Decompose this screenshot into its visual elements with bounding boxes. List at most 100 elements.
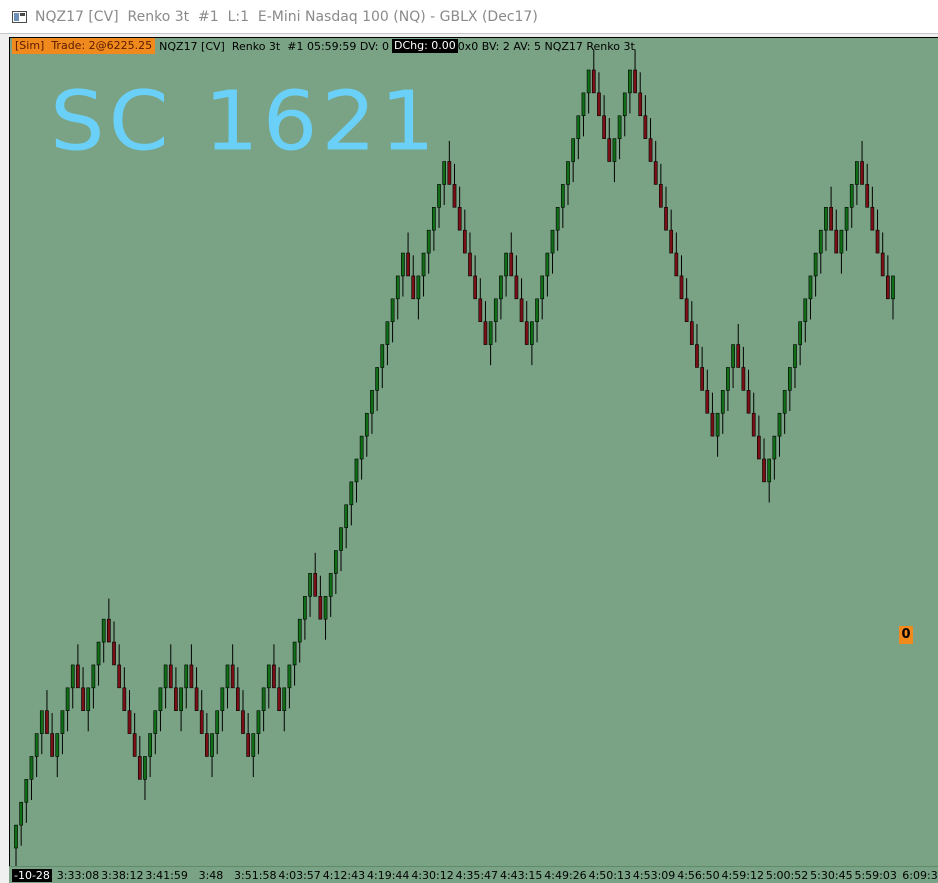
time-axis-label: 3:41:59 bbox=[145, 869, 188, 882]
symbol-info: NQZ17 [CV] Renko 3t #1 05:59:59 DV: 0 bbox=[159, 39, 389, 53]
renko-brick-down bbox=[199, 710, 204, 734]
renko-brick-up bbox=[292, 641, 297, 666]
renko-brick-down bbox=[117, 664, 122, 689]
time-axis-label: 4:59:12 bbox=[721, 869, 764, 882]
renko-brick-up bbox=[297, 618, 302, 643]
renko-brick-down bbox=[860, 161, 864, 185]
renko-brick-up bbox=[432, 206, 436, 231]
renko-brick-down bbox=[597, 92, 601, 117]
time-axis-label: 4:30:12 bbox=[411, 869, 454, 882]
renko-brick-up bbox=[225, 664, 230, 689]
renko-brick-up bbox=[416, 275, 421, 300]
renko-brick-up bbox=[359, 435, 364, 460]
renko-brick-down bbox=[689, 321, 694, 345]
renko-brick-up bbox=[349, 481, 354, 506]
time-axis-label: 5:30:45 bbox=[810, 869, 853, 882]
time-axis-label: 4:56:50 bbox=[677, 869, 720, 882]
renko-brick-up bbox=[261, 687, 266, 712]
renko-brick-up bbox=[55, 733, 60, 757]
renko-brick-up bbox=[488, 321, 493, 345]
renko-brick-up bbox=[70, 664, 75, 689]
renko-brick-up bbox=[282, 687, 287, 712]
renko-brick-down bbox=[205, 733, 209, 757]
renko-brick-down bbox=[168, 664, 173, 689]
renko-brick-up bbox=[782, 390, 787, 414]
renko-brick-up bbox=[14, 824, 18, 849]
renko-brick-down bbox=[746, 390, 751, 414]
renko-brick-down bbox=[509, 252, 514, 277]
renko-brick-down bbox=[462, 229, 467, 254]
renko-brick-up bbox=[179, 687, 183, 712]
renko-brick-up bbox=[344, 504, 349, 528]
renko-brick-up bbox=[586, 69, 591, 94]
renko-brick-down bbox=[81, 687, 85, 712]
renko-brick-up bbox=[101, 618, 106, 643]
renko-brick-up bbox=[550, 229, 555, 254]
renko-brick-up bbox=[308, 573, 312, 597]
renko-brick-down bbox=[174, 687, 178, 712]
sim-trade-label: [Sim] Trade: 2@6225.25 bbox=[12, 38, 156, 54]
renko-brick-down bbox=[122, 687, 127, 712]
renko-brick-down bbox=[45, 710, 49, 734]
renko-brick-up bbox=[251, 733, 256, 757]
renko-brick-down bbox=[107, 618, 111, 643]
renko-brick-up bbox=[163, 664, 168, 689]
renko-brick-up bbox=[813, 252, 818, 277]
renko-brick-down bbox=[478, 298, 483, 323]
renko-brick-up bbox=[158, 687, 163, 712]
renko-brick-down bbox=[602, 115, 606, 139]
renko-brick-down bbox=[483, 321, 488, 345]
time-axis-label: 4:12:43 bbox=[322, 869, 366, 882]
volume-stats: 0x0 BV: 2 AV: 5 NQZ17 Renko 3t bbox=[457, 39, 635, 53]
time-axis-label: 4:49:26 bbox=[544, 869, 587, 882]
renko-brick-up bbox=[839, 229, 844, 254]
renko-brick-up bbox=[380, 344, 385, 368]
time-axis-label: 4:03:57 bbox=[278, 869, 321, 882]
renko-brick-down bbox=[674, 252, 679, 277]
renko-brick-down bbox=[76, 664, 80, 689]
renko-brick-up bbox=[622, 92, 627, 117]
renko-brick-up bbox=[91, 664, 96, 689]
renko-brick-up bbox=[421, 252, 426, 277]
time-axis-label: 5:59:03 bbox=[854, 869, 897, 882]
renko-brick-down bbox=[870, 206, 875, 231]
first-date-label: -10-28 bbox=[12, 869, 52, 882]
renko-brick-up bbox=[339, 527, 343, 551]
renko-brick-down bbox=[519, 298, 524, 323]
renko-brick-up bbox=[566, 161, 570, 185]
renko-brick-down bbox=[648, 138, 653, 162]
renko-brick-up bbox=[143, 756, 147, 780]
renko-brick-up bbox=[65, 687, 70, 712]
renko-brick-up bbox=[535, 298, 539, 323]
renko-brick-up bbox=[19, 801, 24, 826]
renko-brick-down bbox=[235, 687, 240, 712]
renko-brick-up bbox=[793, 344, 797, 368]
renko-brick-down bbox=[736, 344, 741, 368]
renko-brick-up bbox=[60, 710, 65, 734]
renko-brick-down bbox=[591, 69, 596, 94]
renko-brick-down bbox=[653, 161, 658, 185]
renko-brick-down bbox=[468, 252, 472, 277]
renko-brick-down bbox=[241, 710, 245, 734]
time-axis-label: 5:00:52 bbox=[765, 869, 809, 882]
renko-brick-down bbox=[277, 687, 281, 712]
renko-brick-down bbox=[194, 687, 199, 712]
renko-brick-down bbox=[834, 229, 839, 254]
renko-brick-down bbox=[50, 733, 54, 757]
renko-brick-up bbox=[571, 138, 576, 162]
renko-brick-up bbox=[849, 184, 854, 208]
time-axis: -10-28 3:33:08 3:38:12 3:41:59 3:48 3:51:58 4… bbox=[9, 866, 938, 883]
renko-brick-down bbox=[452, 184, 457, 208]
renko-brick-down bbox=[473, 275, 477, 300]
renko-brick-up bbox=[34, 733, 39, 757]
renko-brick-down bbox=[411, 275, 416, 300]
renko-brick-down bbox=[664, 206, 668, 231]
renko-brick-down bbox=[705, 390, 710, 414]
renko-brick-down bbox=[669, 229, 674, 254]
renko-brick-up bbox=[808, 275, 813, 300]
renko-brick-up bbox=[287, 664, 292, 689]
renko-brick-down bbox=[230, 664, 235, 689]
renko-brick-up bbox=[148, 733, 152, 757]
renko-brick-down bbox=[272, 664, 276, 689]
chart-info-bar: [Sim] Trade: 2@6225.25 NQZ17 [CV] Renko … bbox=[12, 38, 635, 54]
